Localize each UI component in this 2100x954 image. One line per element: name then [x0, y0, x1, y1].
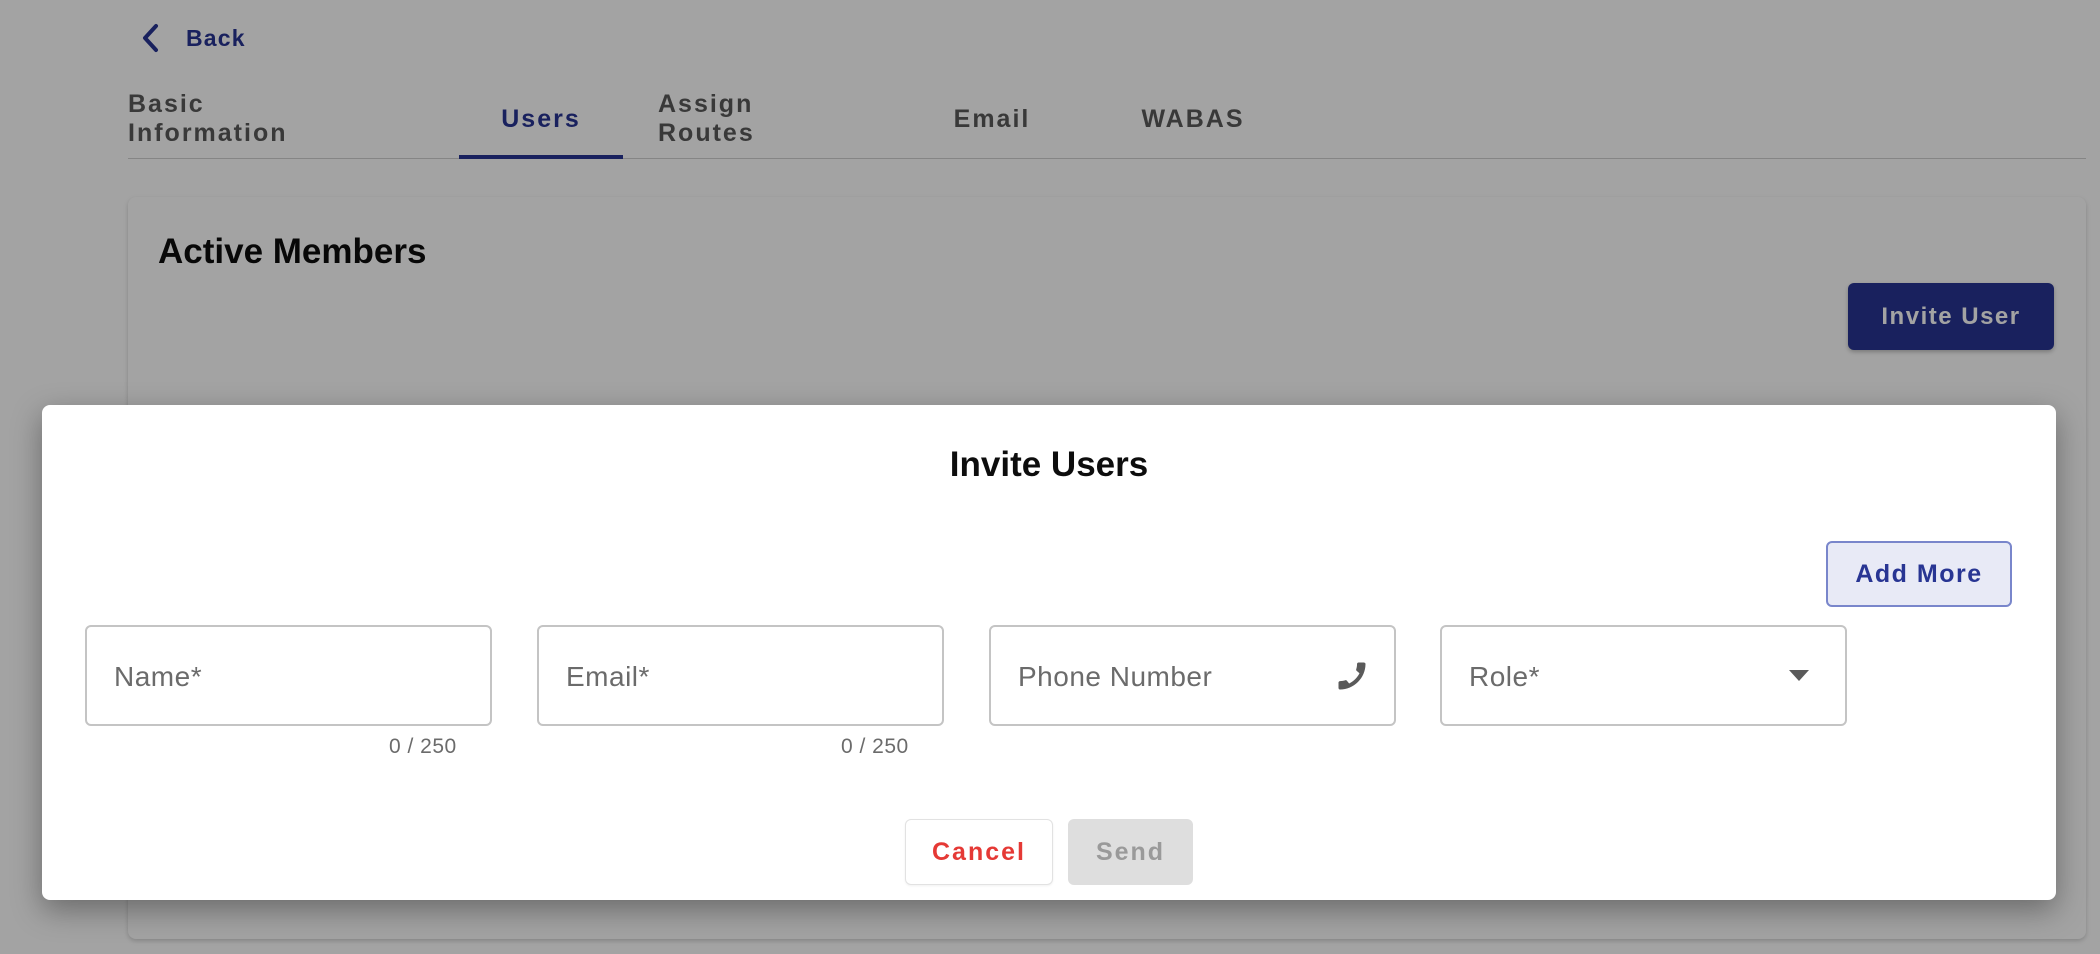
email-char-counter: 0 / 250 — [841, 735, 909, 758]
email-field[interactable]: Email* — [537, 625, 944, 726]
email-field-label: Email* — [566, 661, 650, 692]
send-button[interactable]: Send — [1068, 819, 1193, 885]
role-field-label: Role* — [1469, 661, 1540, 692]
invite-users-dialog: Invite Users Add More Name* 0 / 250 Emai… — [42, 405, 2056, 900]
cancel-button[interactable]: Cancel — [905, 819, 1053, 885]
phone-icon — [1338, 662, 1366, 690]
chevron-down-icon — [1789, 670, 1809, 681]
dialog-title: Invite Users — [949, 445, 1149, 484]
name-char-counter: 0 / 250 — [389, 735, 457, 758]
phone-number-field[interactable]: Phone Number — [989, 625, 1396, 726]
phone-field-label: Phone Number — [1018, 661, 1213, 692]
name-field-label: Name* — [114, 661, 203, 692]
add-more-button[interactable]: Add More — [1826, 541, 2012, 607]
name-field[interactable]: Name* — [85, 625, 492, 726]
role-select[interactable]: Role* — [1440, 625, 1847, 726]
